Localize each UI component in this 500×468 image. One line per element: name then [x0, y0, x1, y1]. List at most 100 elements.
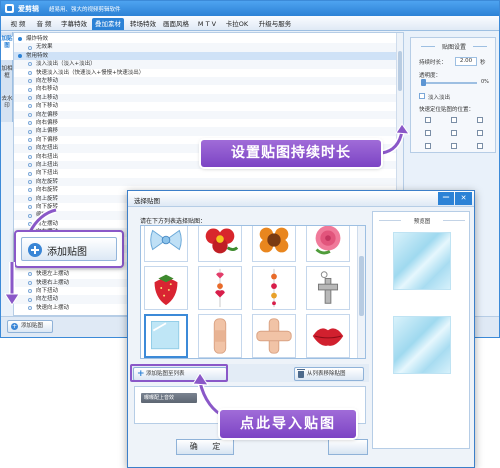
sticker-grid [140, 225, 366, 359]
add-sticker-large-label: 添加贴图 [47, 247, 87, 258]
tree-item[interactable]: 向右偏移 [14, 119, 397, 127]
tab-video[interactable]: 视 频 [7, 18, 29, 30]
tree-item-label: 爆炸特效 [26, 36, 49, 42]
add-sticker-button-large[interactable]: 添加贴图 [21, 237, 117, 261]
tree-item-label: 快速淡入淡出（快速淡入+慢慢+快速淡出） [36, 69, 145, 76]
add-sticker-button[interactable]: + 添加贴图 [7, 320, 53, 333]
remove-from-list-button[interactable]: 从列表移除贴图 [294, 367, 364, 381]
tree-item[interactable]: 向左旋转 [14, 177, 397, 187]
opacity-value: 0% [481, 79, 489, 85]
duration-label: 持续时长： [419, 60, 447, 66]
fade-checkbox[interactable] [419, 93, 425, 99]
tab-audio[interactable]: 音 频 [33, 18, 55, 30]
position-middle-left[interactable] [425, 130, 431, 136]
sticker-cell[interactable] [306, 314, 350, 358]
position-top-right[interactable] [477, 117, 483, 123]
tree-item[interactable]: 向下移动 [14, 102, 397, 110]
scroll-thumb[interactable] [359, 256, 364, 316]
tab-upgrade-service[interactable]: 升级与服务 [254, 18, 296, 30]
trash-icon [297, 369, 305, 378]
callout-arrow-icon [381, 123, 411, 156]
tab-transitions[interactable]: 转场特效 [128, 18, 158, 30]
tree-item[interactable]: 爆炸特效 [14, 35, 397, 43]
sticker-cell[interactable] [198, 266, 242, 310]
app-title: 爱剪辑 [18, 5, 39, 13]
position-middle-right[interactable] [477, 130, 483, 136]
preview-title: 预览图 [373, 217, 471, 225]
side-tab-add-sticker[interactable]: 加贴图 [1, 36, 13, 60]
tree-item-label: 快速左上摆动 [36, 271, 70, 278]
dialog-title-bar: 选择贴图 — ✕ [128, 191, 474, 207]
side-tab-remove-watermark[interactable]: 去水印 [1, 96, 13, 120]
sticker-cell[interactable] [144, 226, 188, 262]
radio-icon [28, 104, 32, 109]
radio-icon [28, 297, 32, 302]
radio-icon [28, 112, 32, 117]
position-bottom-center[interactable] [451, 143, 457, 149]
duration-unit: 秒 [480, 60, 486, 66]
lips-icon [312, 328, 344, 346]
side-tabs: 加贴图 加相框 去水印 [1, 32, 13, 122]
radio-icon [28, 129, 32, 134]
tree-item[interactable]: 向右移动 [14, 85, 397, 93]
tree-item[interactable]: 向左移动 [14, 77, 397, 86]
close-button[interactable]: ✕ [455, 192, 472, 205]
opacity-slider-track[interactable] [421, 82, 477, 84]
position-top-center[interactable] [451, 117, 457, 123]
side-tab-add-frame[interactable]: 加相框 [1, 66, 13, 90]
tree-item[interactable]: 向左偏移 [14, 110, 397, 119]
preview-image [393, 316, 451, 374]
tab-picture-style[interactable]: 画面风格 [161, 18, 191, 30]
tree-item[interactable]: 向上移动 [14, 93, 397, 103]
sticker-cell[interactable] [198, 226, 242, 262]
tree-item-label: 向下扭出 [36, 170, 59, 177]
sticker-cell[interactable] [198, 314, 242, 358]
add-sticker-callout[interactable]: 添加贴图 [14, 230, 124, 268]
position-bottom-right[interactable] [477, 143, 483, 149]
tree-item[interactable]: 快速淡入淡出（快速淡入+慢慢+快速淡出） [14, 69, 397, 77]
sticker-cell[interactable] [252, 226, 296, 262]
sticker-cell[interactable] [252, 266, 296, 310]
bow-icon [150, 229, 182, 251]
tab-subtitle-effects[interactable]: 字幕特效 [59, 18, 89, 30]
tree-item[interactable]: 无效果 [14, 43, 397, 52]
sticker-cell[interactable] [306, 266, 350, 310]
sticker-cell-selected[interactable] [144, 314, 188, 358]
tree-item-label: 无效果 [36, 44, 53, 51]
settings-title: 贴图设置 [411, 42, 497, 51]
minimize-button[interactable]: — [438, 192, 454, 205]
duration-input[interactable]: 2.00 [455, 57, 477, 66]
scroll-thumb[interactable] [398, 51, 402, 91]
sticker-grid-scrollbar[interactable] [357, 226, 365, 358]
cancel-button[interactable] [328, 439, 368, 455]
preview-image [393, 232, 451, 290]
tree-item-label: 常用特效 [26, 52, 49, 59]
position-center[interactable] [451, 130, 457, 136]
radio-icon [28, 289, 32, 294]
tree-item[interactable]: 淡入淡出（淡入+淡出） [14, 60, 397, 69]
tab-overlay-material[interactable]: 叠加素材 [92, 18, 124, 30]
radio-icon [28, 180, 32, 185]
sticker-cell[interactable] [144, 266, 188, 310]
ok-button[interactable]: 确 定 [176, 439, 234, 455]
position-bottom-left[interactable] [425, 143, 431, 149]
radio-icon [28, 138, 32, 143]
bead-string-icon [271, 268, 277, 308]
sticker-cell[interactable] [252, 314, 296, 358]
glass-icon [151, 321, 180, 350]
group-bullet-icon [18, 37, 22, 42]
opacity-slider-knob[interactable] [421, 79, 426, 86]
preview-panel: 预览图 [372, 211, 470, 449]
tree-item[interactable]: 常用特效 [14, 51, 397, 61]
position-top-left[interactable] [425, 117, 431, 123]
fade-label: 淡入淡出 [428, 95, 451, 101]
group-bullet-icon [18, 54, 22, 59]
tree-item[interactable]: 向上偏移 [14, 127, 397, 136]
tree-item-label: 淡入淡出（淡入+淡出） [36, 61, 96, 68]
tree-item[interactable]: 向下扭出 [14, 169, 397, 177]
tree-item-label: 向下移动 [36, 103, 59, 110]
tab-karaoke[interactable]: 卡拉OK [223, 18, 251, 30]
tab-mtv[interactable]: M T V [194, 18, 220, 30]
sticker-cell[interactable] [306, 226, 350, 262]
radio-icon [28, 70, 32, 75]
